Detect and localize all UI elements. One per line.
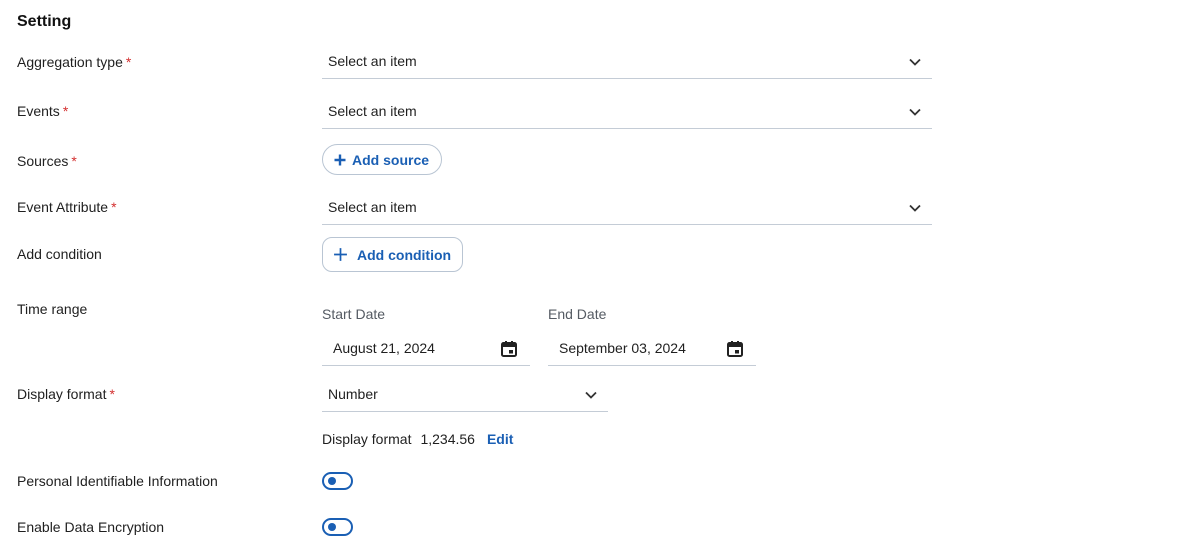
toggle-knob — [328, 523, 336, 531]
display-format-preview-value: 1,234.56 — [420, 431, 475, 447]
start-date-value: August 21, 2024 — [333, 340, 435, 356]
edit-display-format-link[interactable]: Edit — [487, 431, 513, 447]
display-format-select[interactable]: Number — [322, 378, 608, 412]
sources-label: Sources * — [17, 152, 77, 170]
start-date-field[interactable]: August 21, 2024 — [322, 332, 530, 366]
chevron-down-icon — [585, 391, 597, 399]
toggle-knob — [328, 477, 336, 485]
events-select[interactable]: Select an item — [322, 95, 932, 129]
events-label-text: Events — [17, 103, 60, 119]
time-range-label: Time range — [17, 301, 88, 317]
plus-icon — [334, 248, 347, 261]
required-asterisk: * — [111, 199, 117, 215]
end-date-field[interactable]: September 03, 2024 — [548, 332, 756, 366]
add-source-label: Add source — [352, 151, 430, 168]
section-title: Setting — [17, 13, 72, 30]
required-asterisk: * — [125, 54, 132, 70]
chevron-down-icon — [909, 204, 921, 212]
aggregation-type-value: Select an item — [328, 53, 417, 69]
encryption-toggle[interactable] — [322, 518, 353, 536]
end-date-label: End Date — [548, 306, 607, 322]
event-attribute-label: Event Attribute * — [17, 198, 117, 216]
calendar-icon[interactable] — [500, 340, 518, 358]
display-format-preview-label: Display format — [322, 431, 412, 447]
add-condition-button-label: Add condition — [357, 246, 452, 263]
aggregation-type-label: Aggregation type * — [17, 53, 131, 71]
encryption-label: Enable Data Encryption — [17, 519, 165, 535]
display-format-preview: Display format 1,234.56 Edit — [322, 431, 513, 447]
add-condition-label: Add condition — [17, 246, 102, 262]
event-attribute-value: Select an item — [328, 199, 417, 215]
add-source-button[interactable]: Add source — [322, 144, 443, 175]
sources-label-text: Sources — [17, 153, 69, 169]
chevron-down-icon — [909, 58, 921, 66]
events-label: Events * — [17, 102, 68, 120]
display-format-label-text: Display format — [17, 386, 107, 402]
pii-label: Personal Identifiable Information — [17, 473, 218, 489]
calendar-icon[interactable] — [726, 340, 744, 358]
events-value: Select an item — [328, 103, 417, 119]
required-asterisk: * — [62, 103, 69, 119]
aggregation-type-select[interactable]: Select an item — [322, 45, 932, 79]
start-date-label: Start Date — [322, 306, 386, 322]
end-date-value: September 03, 2024 — [559, 340, 686, 356]
display-format-value: Number — [328, 386, 378, 402]
event-attribute-select[interactable]: Select an item — [322, 191, 932, 225]
required-asterisk: * — [109, 386, 115, 402]
required-asterisk: * — [71, 153, 77, 169]
aggregation-type-label-text: Aggregation type — [17, 54, 123, 70]
display-format-label: Display format * — [17, 385, 115, 403]
event-attribute-label-text: Event Attribute — [17, 199, 109, 215]
chevron-down-icon — [909, 108, 921, 116]
plus-icon — [334, 154, 346, 165]
add-condition-button[interactable]: Add condition — [322, 237, 464, 272]
pii-toggle[interactable] — [322, 472, 353, 490]
settings-form: Setting Aggregation type * Select an item… — [0, 0, 1203, 558]
